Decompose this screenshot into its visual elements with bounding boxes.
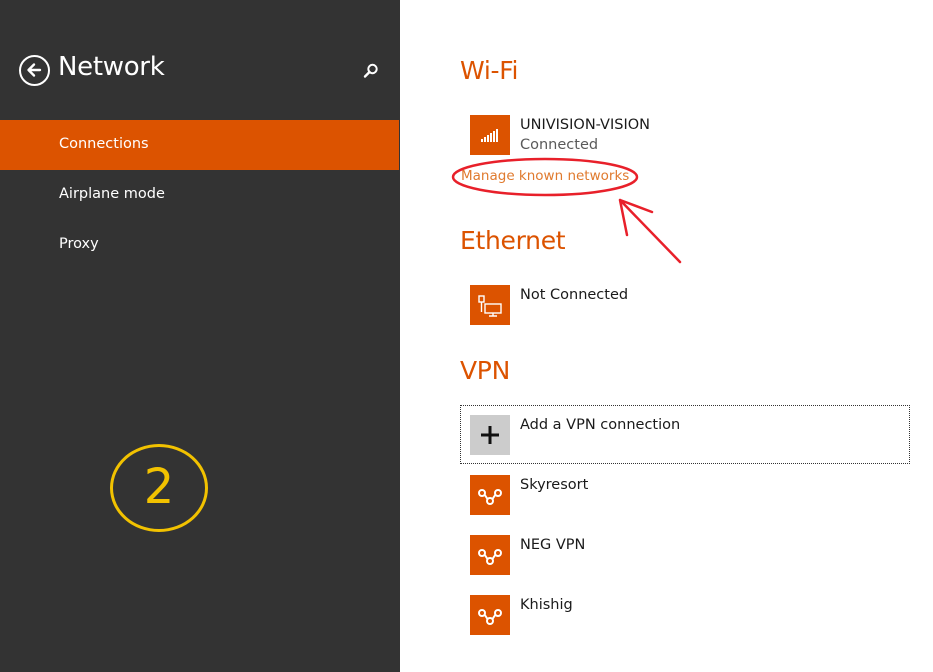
sidebar-item-connections[interactable]: Connections: [0, 120, 399, 170]
wifi-section-title: Wi-Fi: [460, 56, 519, 85]
add-vpn-label[interactable]: Add a VPN connection: [520, 417, 680, 433]
annotation-arrow: [618, 198, 682, 264]
sidebar-item-proxy[interactable]: Proxy: [0, 220, 399, 270]
vpn-icon[interactable]: [470, 535, 510, 575]
vpn-connection-name[interactable]: Khishig: [520, 597, 573, 613]
manage-known-networks-link[interactable]: Manage known networks: [461, 168, 629, 184]
vpn-icon[interactable]: [470, 595, 510, 635]
wifi-network-status: Connected: [520, 137, 599, 153]
wifi-signal-icon[interactable]: [470, 115, 510, 155]
vpn-connection-name[interactable]: NEG VPN: [520, 537, 585, 553]
plus-icon[interactable]: [470, 415, 510, 455]
ethernet-status[interactable]: Not Connected: [520, 287, 628, 303]
sidebar-item-label: Airplane mode: [59, 186, 165, 202]
vpn-section-title: VPN: [460, 356, 510, 385]
vpn-connection-name[interactable]: Skyresort: [520, 477, 588, 493]
annotation-number: 2: [143, 459, 175, 515]
wifi-network-name[interactable]: UNIVISION-VISION: [520, 117, 650, 133]
vpn-icon[interactable]: [470, 475, 510, 515]
sidebar: Network Connections Airplane mode Proxy …: [0, 0, 400, 672]
annotation-circle-number: 2: [110, 444, 208, 532]
sidebar-item-label: Connections: [59, 136, 149, 152]
page-title: Network: [58, 52, 165, 82]
back-button[interactable]: [19, 55, 50, 86]
add-vpn-connection-button[interactable]: [460, 405, 910, 464]
ethernet-icon[interactable]: [470, 285, 510, 325]
back-arrow-icon: [27, 63, 42, 77]
search-icon[interactable]: [362, 62, 380, 80]
sidebar-item-label: Proxy: [59, 236, 99, 252]
sidebar-item-airplane-mode[interactable]: Airplane mode: [0, 170, 399, 220]
ethernet-section-title: Ethernet: [460, 226, 566, 255]
